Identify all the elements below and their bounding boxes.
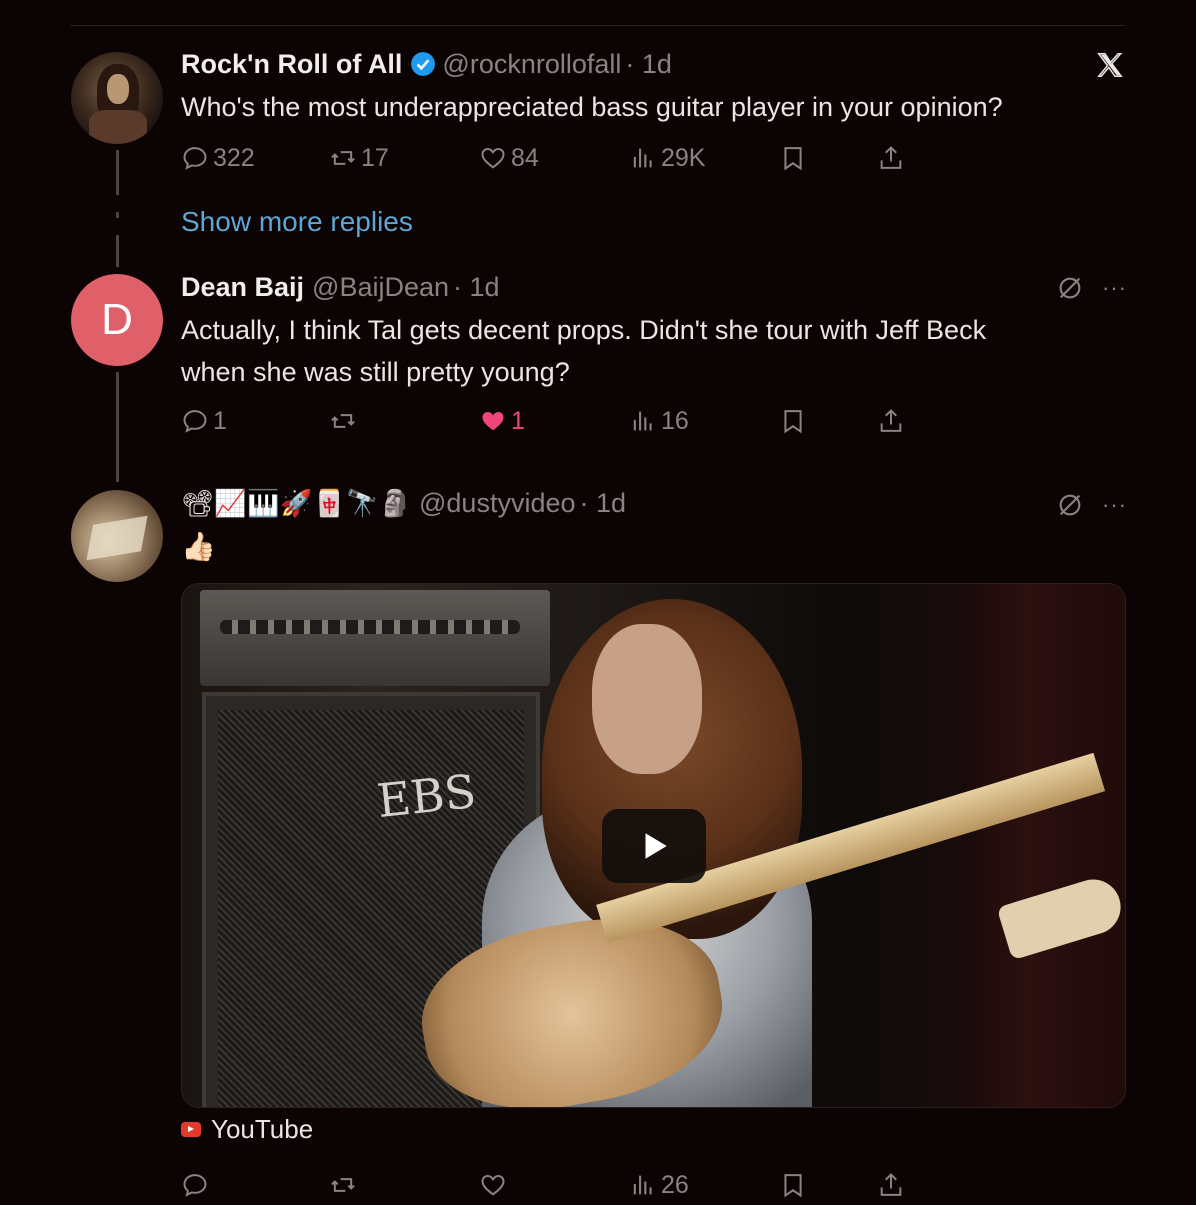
author-name[interactable]: Rock'n Roll of All xyxy=(181,49,402,80)
retweet-icon xyxy=(331,1178,355,1192)
thread-line xyxy=(116,235,119,267)
emoji-mahjong: 🀄 xyxy=(313,488,346,518)
share-button[interactable] xyxy=(877,138,905,178)
bookmark-button[interactable] xyxy=(779,401,807,441)
heart-filled-icon xyxy=(482,412,504,431)
views-count: 26 xyxy=(661,1170,689,1199)
tweet-header: Dean Baij @BaijDean · 1d xyxy=(181,270,500,304)
timestamp[interactable]: · 1d xyxy=(625,49,672,80)
tweet-header: 📽 📈 🎹 🚀 🀄 🔭 🗿 @dustyvideo · 1d xyxy=(181,486,626,520)
tweet-text-line: when she was still pretty young? xyxy=(181,357,570,387)
curtain xyxy=(962,584,1125,1107)
tweet-text: 👍🏻 xyxy=(181,531,216,562)
amp-head xyxy=(200,590,550,686)
timestamp[interactable]: · 1d xyxy=(453,272,500,303)
heart-icon xyxy=(481,148,505,169)
more-options-icon[interactable]: ··· xyxy=(1102,275,1127,301)
bookmark-icon xyxy=(784,410,802,434)
tweet-menu: ··· xyxy=(1056,490,1127,520)
emoji-moai: 🗿 xyxy=(379,488,412,518)
reply-button[interactable]: 1 xyxy=(181,401,227,441)
views-count: 29K xyxy=(661,143,706,172)
share-icon xyxy=(880,146,902,169)
retweet-button[interactable]: 17 xyxy=(329,138,389,178)
avatar[interactable]: D xyxy=(71,274,163,366)
heart-icon xyxy=(481,1175,505,1196)
like-button[interactable] xyxy=(479,1165,511,1205)
show-more-replies-link[interactable]: Show more replies xyxy=(181,206,413,238)
author-name[interactable]: Dean Baij xyxy=(181,272,304,303)
author-handle[interactable]: @dustyvideo xyxy=(419,488,576,519)
retweet-count: 17 xyxy=(361,143,389,172)
tweet-text-line: Actually, I think Tal gets decent props.… xyxy=(181,315,987,345)
share-button[interactable] xyxy=(877,1165,905,1205)
reply-count: 322 xyxy=(213,143,255,172)
like-count: 1 xyxy=(511,406,525,435)
thread-line xyxy=(116,150,119,195)
author-name[interactable]: 📽 📈 🎹 🚀 🀄 🔭 🗿 xyxy=(181,488,412,518)
tweet-text: Who's the most underappreciated bass gui… xyxy=(181,92,1003,122)
views-icon xyxy=(633,1175,652,1195)
bookmark-icon xyxy=(784,1174,802,1198)
video-embed[interactable]: EBS xyxy=(181,583,1126,1108)
retweet-button[interactable] xyxy=(329,401,361,441)
play-button[interactable] xyxy=(602,809,706,883)
retweet-button[interactable] xyxy=(329,1165,361,1205)
reply-button[interactable]: 322 xyxy=(181,138,255,178)
like-button[interactable]: 1 xyxy=(479,401,525,441)
tweet-header: Rock'n Roll of All @rocknrollofall · 1d xyxy=(181,47,672,81)
views-icon xyxy=(633,411,652,431)
views-button[interactable]: 26 xyxy=(629,1165,689,1205)
tweet-actions: 1 1 16 xyxy=(181,401,921,441)
thread-line xyxy=(116,372,119,482)
amp-logo-text: EBS xyxy=(374,763,479,829)
emoji-telescope: 🔭 xyxy=(346,488,379,518)
emoji-rocket: 🚀 xyxy=(280,488,313,518)
like-count: 84 xyxy=(511,143,539,172)
share-icon xyxy=(880,409,902,432)
tweet-menu: ··· xyxy=(1056,273,1127,303)
tweet-actions: 322 17 84 29K xyxy=(181,138,921,178)
share-icon xyxy=(880,1173,902,1196)
share-button[interactable] xyxy=(877,401,905,441)
reply-icon xyxy=(183,410,207,433)
youtube-logo-icon xyxy=(181,1122,201,1137)
avatar[interactable] xyxy=(71,52,163,144)
emoji-chart: 📈 xyxy=(214,488,247,518)
author-handle[interactable]: @rocknrollofall xyxy=(442,49,621,80)
link-source-label: YouTube xyxy=(211,1114,314,1144)
bookmark-icon xyxy=(784,147,802,171)
like-button[interactable]: 84 xyxy=(479,138,539,178)
link-source[interactable]: YouTube xyxy=(181,1114,313,1145)
views-button[interactable]: 29K xyxy=(629,138,705,178)
bookmark-button[interactable] xyxy=(779,1165,807,1205)
retweet-icon xyxy=(331,414,355,428)
views-icon xyxy=(633,148,652,168)
play-icon xyxy=(645,833,667,859)
grok-icon[interactable] xyxy=(1056,274,1084,302)
views-button[interactable]: 16 xyxy=(629,401,689,441)
author-handle[interactable]: @BaijDean xyxy=(312,272,449,303)
avatar[interactable] xyxy=(71,490,163,582)
tweet-text: Actually, I think Tal gets decent props.… xyxy=(181,309,986,393)
reply-icon xyxy=(183,147,207,170)
retweet-icon xyxy=(331,151,355,165)
divider xyxy=(70,25,1125,26)
more-options-icon[interactable]: ··· xyxy=(1102,492,1127,518)
reply-count: 1 xyxy=(213,406,227,435)
thread-line xyxy=(116,212,119,218)
emoji-projector: 📽 xyxy=(181,488,215,518)
emoji-piano: 🎹 xyxy=(247,488,280,518)
reply-button[interactable] xyxy=(181,1165,213,1205)
verified-badge-icon xyxy=(411,52,436,76)
avatar-letter: D xyxy=(101,295,133,344)
reply-icon xyxy=(183,1174,207,1197)
grok-icon[interactable] xyxy=(1056,491,1084,519)
timestamp[interactable]: · 1d xyxy=(580,488,627,519)
tweet-actions: 26 xyxy=(181,1165,921,1205)
person-face xyxy=(592,624,702,774)
x-logo-icon[interactable] xyxy=(1094,50,1126,80)
bookmark-button[interactable] xyxy=(779,138,807,178)
views-count: 16 xyxy=(661,406,689,435)
